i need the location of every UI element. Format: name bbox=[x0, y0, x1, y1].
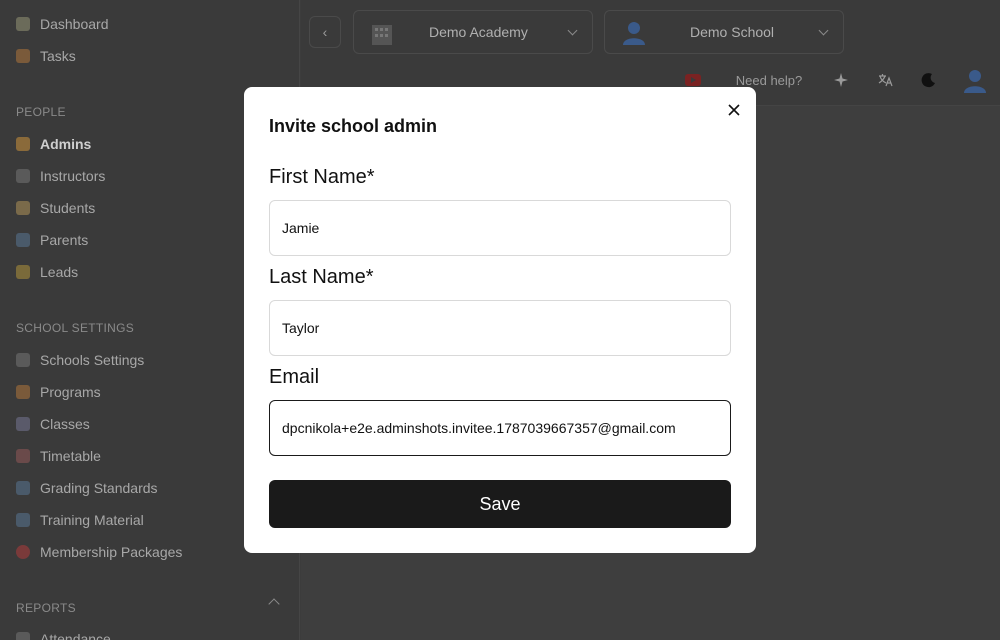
first-name-field[interactable] bbox=[269, 200, 731, 256]
sidebar-item-label: Parents bbox=[40, 232, 89, 248]
tasks-icon bbox=[16, 49, 30, 63]
sidebar-item-label: Students bbox=[40, 200, 96, 216]
close-button[interactable] bbox=[724, 100, 744, 120]
sidebar-item-attendance[interactable]: Attendance bbox=[16, 628, 111, 640]
need-help-label: Need help? bbox=[735, 72, 803, 88]
back-button[interactable]: ‹ bbox=[309, 16, 341, 48]
sidebar-item-label: Grading Standards bbox=[40, 480, 158, 496]
academy-select-value: Demo Academy bbox=[429, 24, 528, 40]
sidebar-item-timetable[interactable]: Timetable bbox=[16, 445, 101, 467]
sidebar-item-admins[interactable]: Admins bbox=[16, 133, 91, 155]
sidebar-item-label: Membership Packages bbox=[40, 544, 183, 560]
sidebar-item-students[interactable]: Students bbox=[16, 197, 95, 219]
sidebar-item-label: Timetable bbox=[40, 448, 101, 464]
sidebar-item-training-material[interactable]: Training Material bbox=[16, 509, 144, 531]
admins-icon bbox=[16, 137, 30, 151]
sidebar-item-dashboard[interactable]: Dashboard bbox=[16, 13, 109, 35]
save-button[interactable]: Save bbox=[269, 480, 731, 528]
sidebar-item-label: Dashboard bbox=[40, 16, 109, 32]
email-field[interactable] bbox=[269, 400, 731, 456]
last-name-label: Last Name* bbox=[269, 266, 374, 288]
classes-icon bbox=[16, 417, 30, 431]
instructors-icon bbox=[16, 169, 30, 183]
dashboard-icon bbox=[16, 17, 30, 31]
leads-icon bbox=[16, 265, 30, 279]
section-label-reports: REPORTS bbox=[16, 601, 76, 615]
membership-icon bbox=[16, 545, 30, 559]
sidebar-item-classes[interactable]: Classes bbox=[16, 413, 90, 435]
sidebar-item-grading-standards[interactable]: Grading Standards bbox=[16, 477, 158, 499]
section-label-school-settings: SCHOOL SETTINGS bbox=[16, 321, 135, 335]
training-icon bbox=[16, 513, 30, 527]
students-icon bbox=[16, 201, 30, 215]
translate-icon[interactable] bbox=[871, 64, 899, 96]
building-icon bbox=[372, 25, 392, 45]
chevron-down-icon bbox=[567, 25, 578, 36]
user-avatar[interactable] bbox=[957, 64, 993, 96]
sidebar-item-membership-packages[interactable]: Membership Packages bbox=[16, 541, 182, 563]
sidebar-item-label: Attendance bbox=[40, 631, 111, 640]
sidebar-item-label: Tasks bbox=[40, 48, 76, 64]
section-label-people: PEOPLE bbox=[16, 105, 66, 119]
sidebar-item-label: Leads bbox=[40, 264, 79, 280]
chevron-down-icon bbox=[818, 25, 829, 36]
person-icon bbox=[623, 22, 645, 45]
email-label: Email bbox=[269, 366, 320, 388]
invite-admin-modal: Invite school admin First Name* Last Nam… bbox=[244, 87, 756, 553]
sidebar-item-instructors[interactable]: Instructors bbox=[16, 165, 105, 187]
sidebar-item-label: Programs bbox=[40, 384, 101, 400]
timetable-icon bbox=[16, 449, 30, 463]
sidebar-item-label: Instructors bbox=[40, 168, 106, 184]
parents-icon bbox=[16, 233, 30, 247]
academy-select[interactable]: Demo Academy bbox=[353, 10, 593, 54]
last-name-field[interactable] bbox=[269, 300, 731, 356]
avatar-icon bbox=[964, 70, 986, 93]
sidebar-item-schools-settings[interactable]: Schools Settings bbox=[16, 349, 144, 371]
sidebar-item-programs[interactable]: Programs bbox=[16, 381, 101, 403]
sidebar-item-tasks[interactable]: Tasks bbox=[16, 45, 76, 67]
sidebar-item-label: Admins bbox=[40, 136, 92, 152]
sidebar-item-label: Classes bbox=[40, 416, 90, 432]
modal-title: Invite school admin bbox=[269, 116, 438, 136]
first-name-label: First Name* bbox=[269, 166, 375, 188]
sidebar-item-label: Training Material bbox=[40, 512, 144, 528]
grading-icon bbox=[16, 481, 30, 495]
close-icon bbox=[728, 104, 740, 116]
chevron-left-icon: ‹ bbox=[322, 24, 328, 40]
sparkle-icon[interactable] bbox=[827, 64, 855, 96]
sidebar-item-parents[interactable]: Parents bbox=[16, 229, 88, 251]
programs-icon bbox=[16, 385, 30, 399]
dark-mode-icon[interactable] bbox=[915, 64, 943, 96]
chevron-up-icon[interactable] bbox=[268, 598, 280, 610]
attendance-icon bbox=[16, 632, 30, 640]
sidebar-item-leads[interactable]: Leads bbox=[16, 261, 78, 283]
sidebar-item-label: Schools Settings bbox=[40, 352, 145, 368]
school-select[interactable]: Demo School bbox=[604, 10, 844, 54]
school-select-value: Demo School bbox=[690, 24, 775, 40]
schools-settings-icon bbox=[16, 353, 30, 367]
